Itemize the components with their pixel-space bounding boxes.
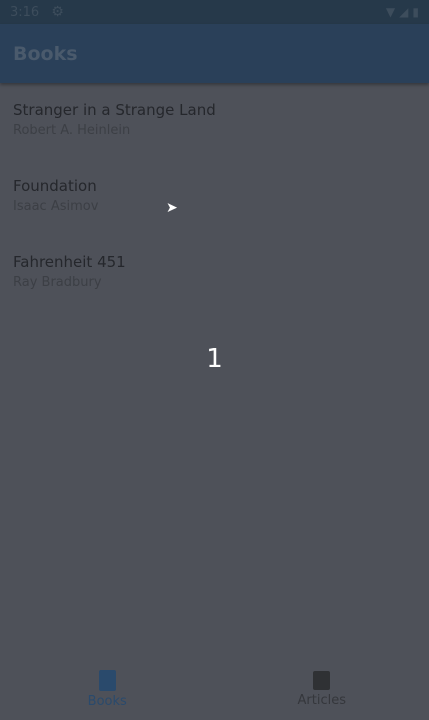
tab-label: Books xyxy=(87,694,127,709)
page-title: Books xyxy=(13,42,78,65)
book-title: Foundation xyxy=(13,177,97,195)
status-time: 3:16 xyxy=(10,4,40,20)
mouse-pointer-icon: ➤ xyxy=(166,200,178,216)
tab-books[interactable]: Books xyxy=(0,658,215,720)
tab-label: Articles xyxy=(297,693,346,708)
wifi-icon: ▼ xyxy=(385,5,396,19)
settings-gear-icon: ⚙ xyxy=(51,4,64,20)
book-author: Isaac Asimov xyxy=(13,199,99,214)
overlay-number: 1 xyxy=(206,344,223,374)
book-title: Fahrenheit 451 xyxy=(13,253,126,271)
book-author: Ray Bradbury xyxy=(13,275,102,290)
book-author: Robert A. Heinlein xyxy=(13,123,131,138)
list-item[interactable]: Fahrenheit 451 Ray Bradbury xyxy=(0,251,429,327)
battery-icon: ▮ xyxy=(412,5,419,19)
signal-icon: ◢ xyxy=(399,5,409,19)
bottom-navigation: Books Articles xyxy=(0,658,429,720)
status-bar: 3:16 ⚙ ▼ ◢ ▮ xyxy=(0,0,429,24)
book-list: Stranger in a Strange Land Robert A. Hei… xyxy=(0,83,429,327)
article-icon xyxy=(313,671,331,690)
app-bar: Books xyxy=(0,24,429,83)
tab-articles[interactable]: Articles xyxy=(215,658,429,720)
list-item[interactable]: Foundation Isaac Asimov xyxy=(0,175,429,251)
book-icon xyxy=(98,670,116,691)
list-item[interactable]: Stranger in a Strange Land Robert A. Hei… xyxy=(0,99,429,175)
book-title: Stranger in a Strange Land xyxy=(13,101,216,119)
